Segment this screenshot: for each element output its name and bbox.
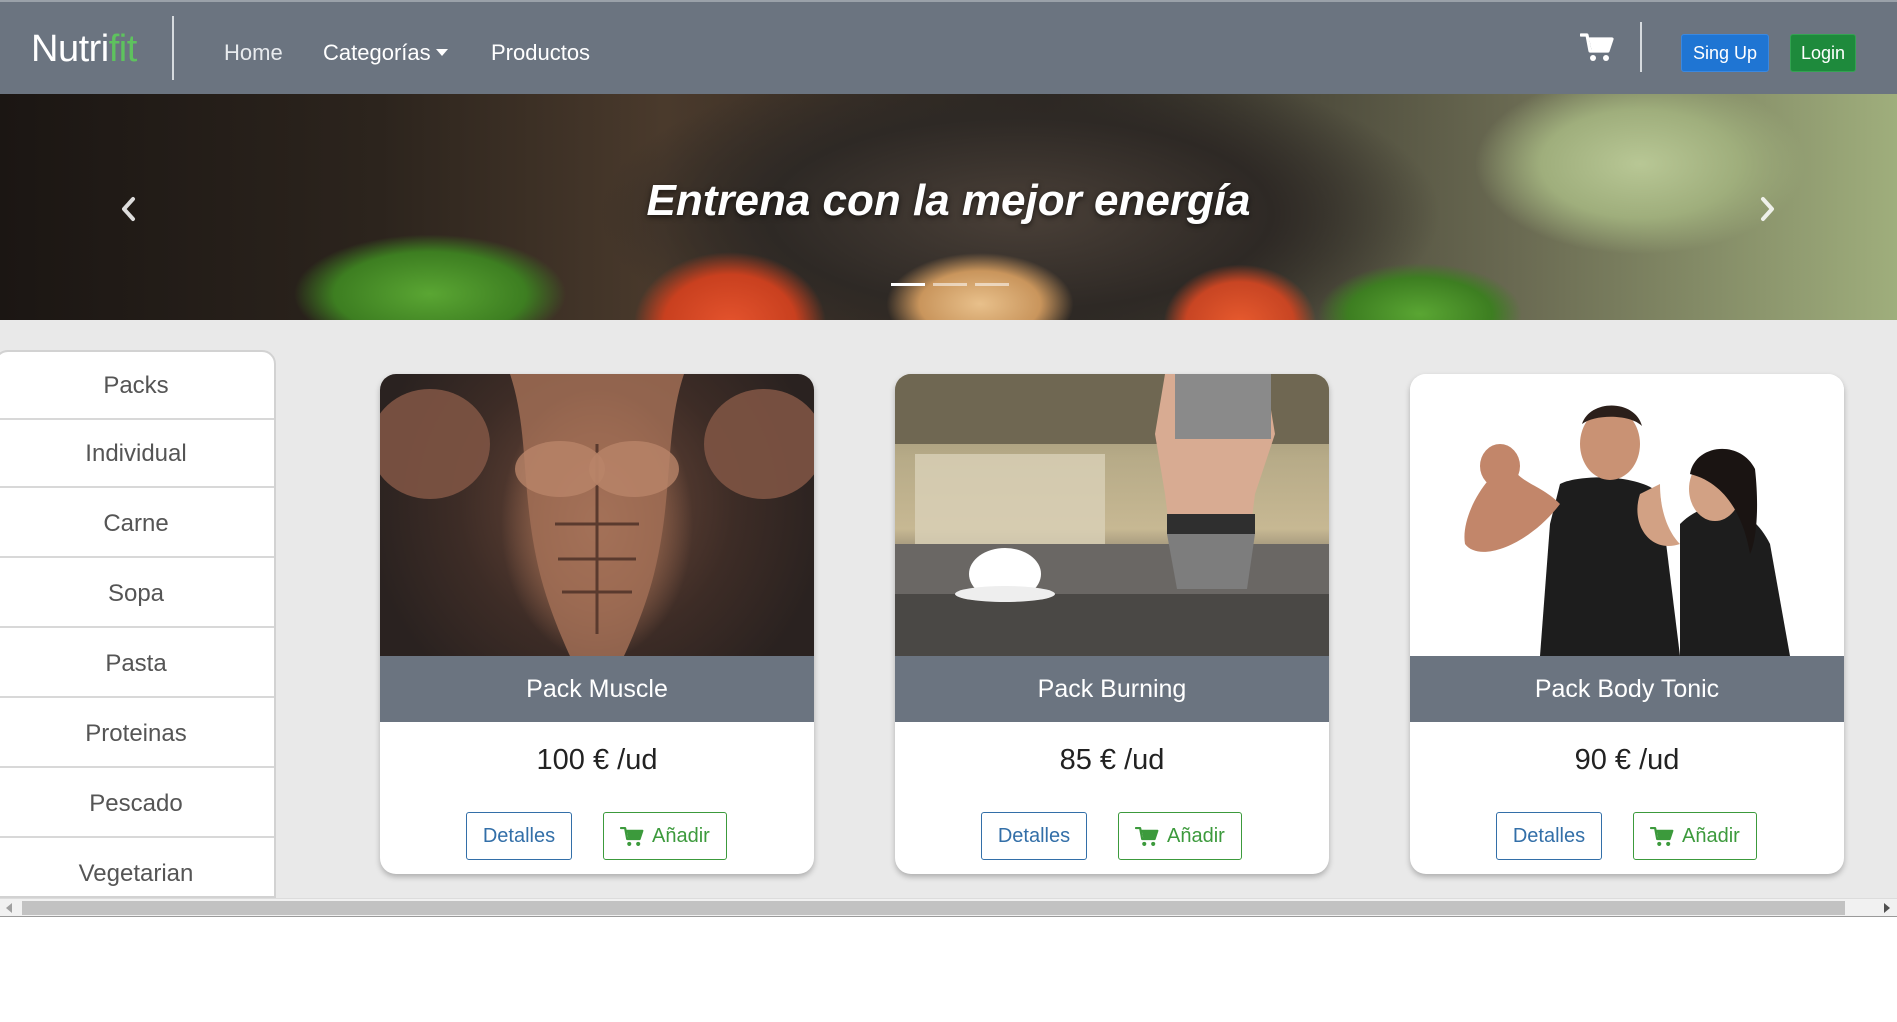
caret-down-icon [435,48,448,56]
details-button[interactable]: Detalles [1496,812,1602,860]
sidebar-item-pasta[interactable]: Pasta [0,630,274,698]
add-to-cart-label: Añadir [1682,825,1740,847]
sidebar-item-proteinas[interactable]: Proteinas [0,700,274,768]
page-bottom-divider [0,916,1897,917]
product-image[interactable] [380,374,814,656]
add-to-cart-label: Añadir [652,825,710,847]
sidebar-item-carne[interactable]: Carne [0,490,274,558]
product-card: Pack Burning 85 € /ud Detalles Añadir [895,374,1329,874]
nav-productos-link[interactable]: Productos [491,40,590,66]
carousel-indicator-1[interactable] [891,283,925,286]
shopping-cart-icon [1650,826,1674,846]
horizontal-scrollbar[interactable] [0,898,1897,917]
product-card: Pack Body Tonic 90 € /ud Detalles Añadir [1410,374,1844,874]
carousel-prev-icon[interactable] [117,194,139,224]
shopping-cart-icon [1135,826,1159,846]
brand-suffix: fit [108,28,138,70]
carousel-indicator-2[interactable] [933,283,967,286]
navbar-divider [172,16,174,80]
nav-categorias-dropdown[interactable]: Categorías [323,40,448,66]
shopping-cart-icon [620,826,644,846]
scroll-right-arrow-icon[interactable] [1884,903,1890,913]
navbar: Nutrifit Home Categorías Productos Sing … [0,0,1897,94]
product-price: 85 € /ud [1059,744,1165,776]
kitchen-waist-illustration [895,374,1329,656]
add-to-cart-button[interactable]: Añadir [603,812,727,860]
nav-categorias-label: Categorías [323,40,431,65]
details-button[interactable]: Detalles [981,812,1087,860]
product-title: Pack Body Tonic [1410,656,1844,722]
fitness-couple-illustration [1464,405,1790,656]
shopping-cart-icon[interactable] [1580,32,1614,64]
details-button[interactable]: Detalles [466,812,572,860]
scrollbar-thumb[interactable] [22,901,1845,915]
category-sidebar: Packs Individual Carne Sopa Pasta Protei… [0,350,276,898]
add-to-cart-button[interactable]: Añadir [1633,812,1757,860]
brand-prefix: Nutri [31,28,109,70]
carousel-next-icon[interactable] [1757,194,1779,224]
main-content: Packs Individual Carne Sopa Pasta Protei… [0,320,1897,898]
product-price: 100 € /ud [536,744,658,776]
carousel-indicator-3[interactable] [975,283,1009,286]
nav-home-link[interactable]: Home [224,40,283,66]
product-image[interactable] [895,374,1329,656]
add-to-cart-label: Añadir [1167,825,1225,847]
product-image[interactable] [1410,374,1844,656]
hero-title: Entrena con la mejor energía [646,176,1251,225]
sidebar-item-sopa[interactable]: Sopa [0,560,274,628]
brand-logo[interactable]: Nutrifit [31,28,137,71]
scroll-left-arrow-icon[interactable] [6,903,12,913]
product-price: 90 € /ud [1574,744,1680,776]
login-button[interactable]: Login [1790,34,1856,72]
product-title: Pack Muscle [380,656,814,722]
product-card: Pack Muscle 100 € /ud Detalles Añadir [380,374,814,874]
add-to-cart-button[interactable]: Añadir [1118,812,1242,860]
signup-button[interactable]: Sing Up [1681,34,1769,72]
hero-carousel: Entrena con la mejor energía [0,94,1897,320]
sidebar-item-packs[interactable]: Packs [0,352,274,420]
muscle-torso-illustration [380,374,814,656]
navbar-divider-right [1640,22,1642,72]
sidebar-item-vegetarian[interactable]: Vegetarian [0,840,274,896]
sidebar-item-individual[interactable]: Individual [0,420,274,488]
product-title: Pack Burning [895,656,1329,722]
sidebar-item-pescado[interactable]: Pescado [0,770,274,838]
